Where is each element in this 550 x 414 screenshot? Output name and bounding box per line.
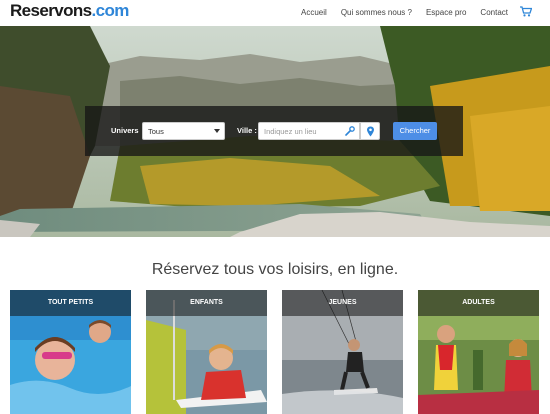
logo-domain: .com [91, 1, 130, 20]
card-label-jeunes: JEUNES [328, 299, 357, 306]
univers-label: Univers [111, 126, 139, 135]
cart-icon[interactable] [520, 6, 532, 17]
category-cards: TOUT PETITS ENFANTS JEUNES ADULTES [10, 290, 540, 414]
card-tout-petits[interactable]: TOUT PETITS [10, 290, 131, 414]
section-tagline: Réservez tous vos loisirs, en ligne. [151, 261, 399, 278]
main-nav: Accueil Qui sommes nous ? Espace pro Con… [287, 6, 532, 18]
chevron-down-icon [214, 129, 220, 133]
univers-selected-value: Tous [148, 127, 164, 136]
locate-button[interactable] [360, 122, 380, 140]
card-label-enfants: ENFANTS [190, 299, 223, 306]
card-label-tout-petits: TOUT PETITS [47, 299, 94, 306]
card-jeunes[interactable]: JEUNES [282, 290, 403, 414]
site-header: Reservons.com Accueil Qui sommes nous ? … [0, 0, 550, 26]
nav-qui-sommes-nous[interactable]: Qui sommes nous ? [341, 8, 412, 18]
wrench-icon[interactable] [345, 126, 355, 136]
nav-accueil[interactable]: Accueil [301, 8, 327, 18]
univers-select[interactable]: Tous [142, 122, 225, 140]
nav-contact[interactable]: Contact [480, 8, 508, 18]
card-enfants[interactable]: ENFANTS [146, 290, 267, 414]
map-pin-icon [367, 126, 374, 137]
site-logo[interactable]: Reservons.com [10, 1, 129, 21]
search-button[interactable]: Chercher [393, 122, 437, 140]
nav-espace-pro[interactable]: Espace pro [426, 8, 466, 18]
card-label-adultes: ADULTES [462, 299, 495, 306]
card-adultes[interactable]: ADULTES [418, 290, 539, 414]
ville-label: Ville : [237, 126, 257, 135]
logo-text: Reservons [10, 1, 92, 20]
